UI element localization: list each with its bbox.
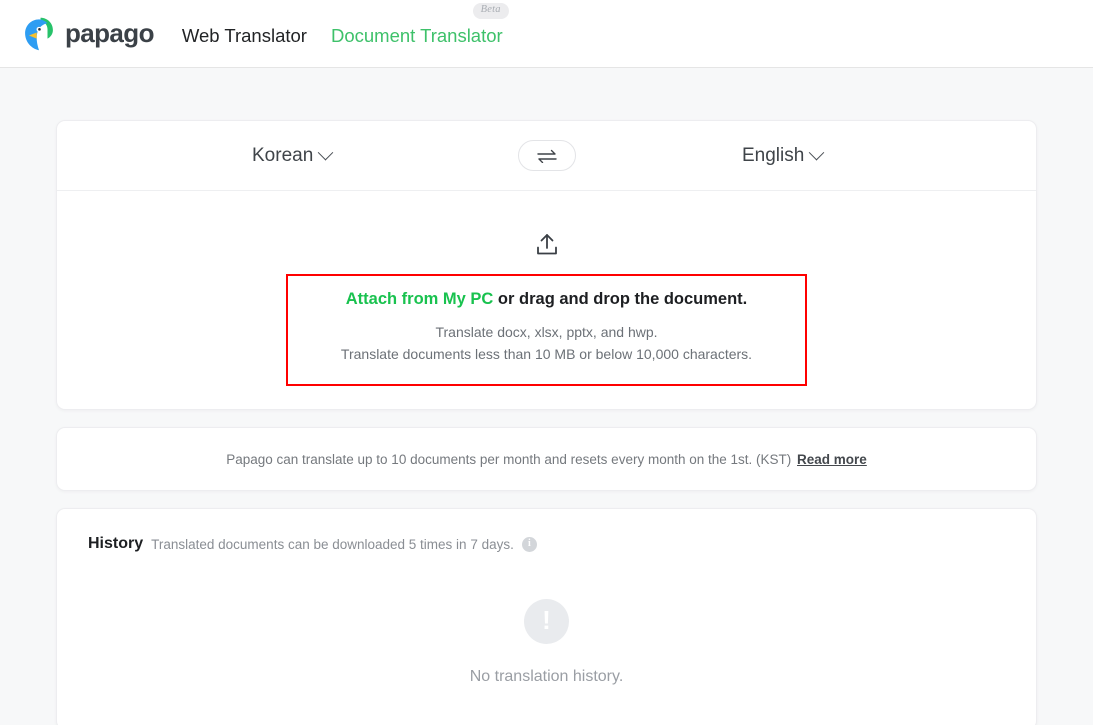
- chevron-down-icon: [809, 144, 825, 161]
- target-language-select[interactable]: English: [742, 144, 825, 167]
- size-limit-text: Translate documents less than 10 MB or b…: [340, 346, 753, 363]
- drop-highlight-box: Attach from My PC or drag and drop the d…: [286, 274, 807, 387]
- history-card: History Translated documents can be down…: [56, 508, 1037, 725]
- parrot-logo-icon: [25, 17, 53, 50]
- source-language-select[interactable]: Korean: [252, 144, 334, 167]
- monthly-quota-notice-card: Papago can translate up to 10 documents …: [56, 427, 1037, 491]
- swap-arrows-icon: [536, 149, 557, 163]
- main-nav: Web Translator Document Translator Beta: [182, 3, 509, 46]
- beta-badge: Beta: [472, 3, 509, 19]
- history-empty-state: ! No translation history.: [57, 599, 1036, 686]
- exclamation-circle-icon: !: [524, 599, 569, 644]
- nav-wrap-web-translator: Web Translator: [182, 21, 307, 46]
- top-header: papago Web Translator Document Translato…: [0, 0, 1093, 68]
- nav-wrap-document-translator: Document Translator Beta: [331, 3, 509, 46]
- language-bar: Korean English: [57, 121, 1036, 191]
- empty-history-message: No translation history.: [469, 668, 624, 685]
- source-language-label: Korean: [252, 144, 314, 166]
- nav-item-web-translator[interactable]: Web Translator: [182, 21, 307, 46]
- brand-logo[interactable]: papago: [22, 16, 154, 52]
- upload-tray-icon: [536, 234, 557, 255]
- history-header: History Translated documents can be down…: [57, 535, 1036, 553]
- target-language-label: English: [742, 144, 805, 166]
- supported-formats-text: Translate docx, xlsx, pptx, and hwp.: [435, 323, 658, 340]
- upload-icon-wrap: [534, 233, 560, 262]
- nav-item-document-translator[interactable]: Document Translator: [331, 21, 503, 46]
- read-more-link[interactable]: Read more: [797, 452, 867, 467]
- history-title: History: [88, 535, 144, 552]
- document-translate-card: Korean English Attach from My PC or drag…: [56, 120, 1037, 410]
- page-body: Korean English Attach from My PC or drag…: [0, 120, 1093, 725]
- attach-from-pc-link[interactable]: Attach from My PC: [346, 290, 494, 308]
- swap-languages-button[interactable]: [517, 140, 576, 171]
- history-note: Translated documents can be downloaded 5…: [151, 536, 514, 552]
- drop-title: Attach from My PC or drag and drop the d…: [288, 290, 805, 310]
- notice-text: Papago can translate up to 10 documents …: [226, 451, 792, 467]
- brand-wordmark: papago: [65, 17, 154, 48]
- exclamation-glyph: !: [542, 605, 551, 635]
- notice-text-wrap: Papago can translate up to 10 documents …: [226, 452, 867, 467]
- info-circle-icon[interactable]: i: [521, 536, 537, 552]
- file-drop-zone[interactable]: Attach from My PC or drag and drop the d…: [57, 191, 1036, 409]
- drop-title-rest: or drag and drop the document.: [493, 290, 748, 308]
- chevron-down-icon: [318, 144, 334, 161]
